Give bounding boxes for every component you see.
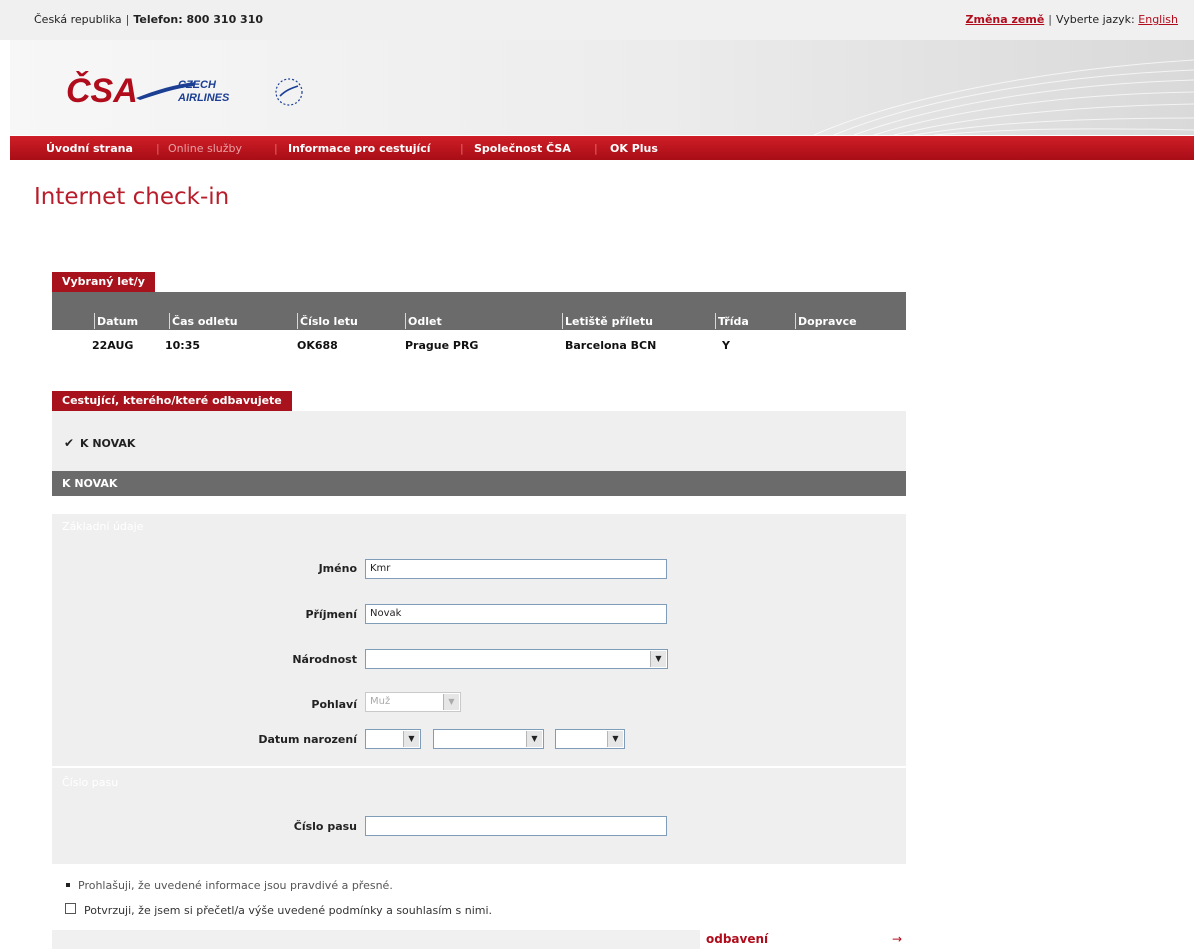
chevron-down-icon: ▼: [443, 694, 459, 710]
csa-logo[interactable]: ČSA CZECH AIRLINES: [66, 68, 306, 115]
col-header-carrier: Dopravce: [798, 315, 857, 328]
flight-class: Y: [722, 339, 730, 352]
svg-text:CZECH: CZECH: [178, 79, 217, 91]
flight-departure: Prague PRG: [405, 339, 479, 352]
dob-year-select[interactable]: ▼: [555, 729, 625, 749]
nav-passenger-info[interactable]: Informace pro cestující: [288, 142, 431, 155]
flight-date: 22AUG: [92, 339, 134, 352]
language-label: Vyberte jazyk:: [1056, 13, 1135, 26]
gender-label: Pohlaví: [311, 698, 357, 711]
col-header-date: Datum: [97, 315, 139, 328]
passenger-name[interactable]: K NOVAK: [80, 437, 135, 450]
chevron-down-icon: ▼: [526, 731, 542, 747]
chevron-down-icon: ▼: [650, 651, 666, 667]
nav-home[interactable]: Úvodní strana: [46, 142, 133, 155]
english-language-link[interactable]: English: [1138, 13, 1178, 26]
country-label: Česká republika: [34, 13, 122, 26]
top-utility-bar: Česká republika | Telefon: 800 310 310 Změ…: [0, 0, 1194, 40]
passenger-header-bar: [52, 471, 906, 496]
last-name-input[interactable]: Novak: [365, 604, 667, 624]
passengers-tab: Cestující, kterého/které odbavujete: [52, 391, 292, 411]
flight-number: OK688: [297, 339, 338, 352]
main-navigation: Úvodní strana | Online služby | Informac…: [10, 136, 1194, 160]
first-name-label: Jméno: [318, 562, 357, 575]
checkin-button[interactable]: odbavení →: [700, 930, 906, 949]
header-banner: ČSA CZECH AIRLINES: [10, 40, 1194, 135]
nav-ok-plus[interactable]: OK Plus: [610, 142, 658, 155]
bullet-icon: [66, 883, 70, 887]
dob-month-select[interactable]: ▼: [433, 729, 544, 749]
basic-info-section-title: Základní údaje: [62, 520, 144, 533]
last-name-label: Příjmení: [305, 608, 357, 621]
passport-number-label: Číslo pasu: [293, 820, 357, 833]
nav-online-services[interactable]: Online služby: [168, 142, 242, 155]
chevron-down-icon: ▼: [403, 731, 419, 747]
selected-flights-tab: Vybraný let/y: [52, 272, 155, 292]
confirm-checkbox[interactable]: [65, 903, 76, 914]
confirm-text: Potvrzuji, že jsem si přečetl/a výše uve…: [84, 904, 493, 917]
change-country-link[interactable]: Změna země: [966, 13, 1045, 26]
nav-company[interactable]: Společnost ČSA: [474, 142, 571, 155]
first-name-input[interactable]: Kmr: [365, 559, 667, 579]
svg-text:ČSA: ČSA: [66, 71, 138, 110]
banner-decoration: [813, 59, 1194, 135]
arrow-right-icon: →: [891, 932, 902, 946]
nationality-select[interactable]: ▼: [365, 649, 668, 669]
flight-arrival-airport: Barcelona BCN: [565, 339, 657, 352]
locale-controls: Změna země | Vyberte jazyk: English: [965, 13, 1178, 26]
dob-day-select[interactable]: ▼: [365, 729, 421, 749]
checkmark-icon: ✔: [64, 436, 75, 450]
nationality-label: Národnost: [292, 653, 357, 666]
col-header-departure: Odlet: [408, 315, 442, 328]
passenger-header-name: K NOVAK: [62, 477, 118, 490]
passport-number-input[interactable]: [365, 816, 667, 836]
col-header-flight-number: Číslo letu: [300, 315, 358, 328]
phone-number: Telefon: 800 310 310: [133, 13, 264, 26]
chevron-down-icon: ▼: [607, 731, 623, 747]
passport-section-title: Číslo pasu: [62, 776, 119, 789]
flight-departure-time: 10:35: [165, 339, 201, 352]
gender-select[interactable]: Muž ▼: [365, 692, 461, 712]
page-title: Internet check-in: [34, 184, 230, 210]
col-header-arrival-airport: Letiště příletu: [565, 315, 653, 328]
svg-text:AIRLINES: AIRLINES: [177, 92, 230, 104]
col-header-class: Třída: [718, 315, 749, 328]
contact-info: Česká republika | Telefon: 800 310 310: [34, 13, 264, 26]
passenger-list: [52, 411, 906, 471]
dob-label: Datum narození: [258, 733, 357, 746]
declaration-text: Prohlašuji, že uvedené informace jsou pr…: [78, 879, 393, 892]
col-header-departure-time: Čas odletu: [172, 315, 238, 328]
